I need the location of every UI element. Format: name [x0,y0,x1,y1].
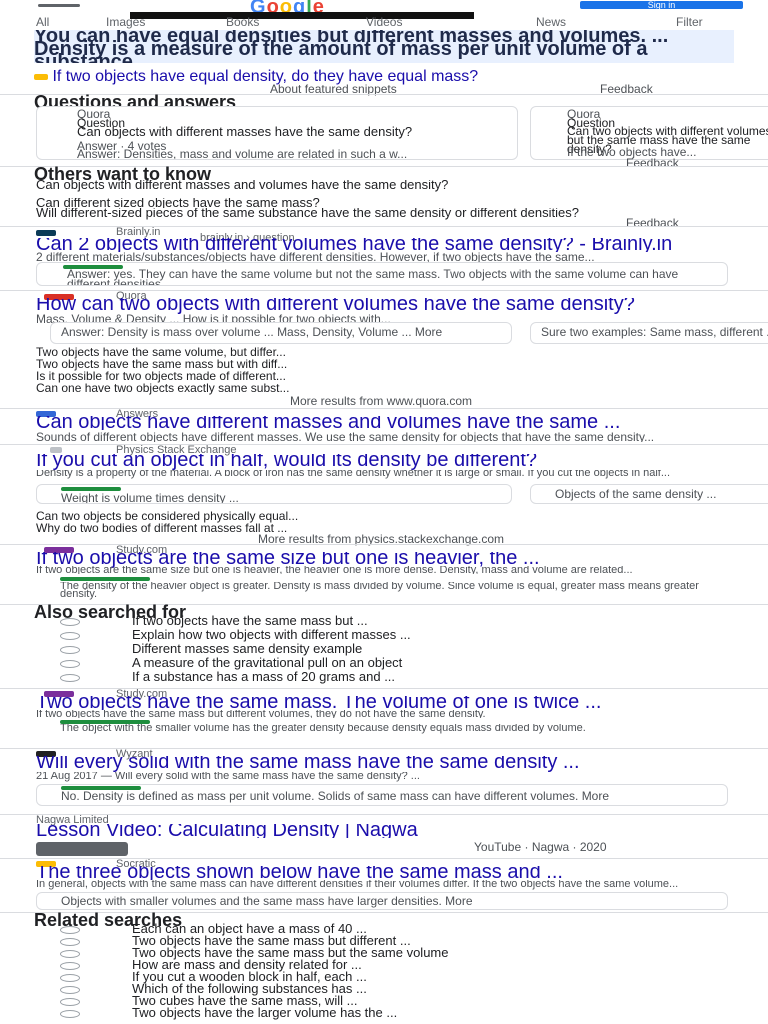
search-result: Wyzant Will every solid with the same ma… [0,749,768,812]
search-icon [60,926,80,934]
search-results-page: Google Sign in All Images Books Videos N… [0,0,768,1024]
answer-text: No. Density is defined as mass per unit … [61,789,610,803]
others-item[interactable]: Can different sized objects have the sam… [36,198,726,208]
others-item[interactable]: Can objects with different masses and vo… [36,180,726,198]
search-result: Physics Stack Exchange If you cut an obj… [0,445,768,545]
others-title: Others want to know [34,164,212,184]
related-question[interactable]: Is it possible for two objects made of d… [36,370,726,382]
also-searched-item[interactable]: A measure of the gravitational pull on a… [132,656,402,669]
result-snippet: 21 Aug 2017 — Will every solid with the … [36,772,420,782]
search-result: Socratic The three objects shown below h… [0,859,768,910]
search-result: Answers Can objects have different masse… [0,409,768,442]
feedback-link[interactable]: Feedback [600,83,653,95]
also-searched-item[interactable]: Explain how two objects with different m… [132,628,411,641]
sign-in-button[interactable]: Sign in [580,1,743,10]
result-snippet: If two objects have the same mass but di… [36,710,486,718]
related-searches-list: Each can an object have a mass of 40 ...… [34,922,734,1024]
divider [0,814,768,815]
qa-card[interactable]: Quora Question Can objects with differen… [36,106,518,160]
search-result: Study.com Two objects have the same mass… [0,689,768,746]
qa-card-text: Objects of the same density ... [555,487,717,501]
about-featured-snippets[interactable]: About featured snippets [270,83,397,95]
search-icon [60,618,80,626]
stackexchange-favicon-icon [50,447,62,453]
search-icon [60,646,80,654]
qa-answer-snippet: Answer: Densities, mass and volume are r… [77,147,408,160]
tab-all[interactable]: All [36,16,49,28]
result-title[interactable]: Lesson Video: Calculating Density | Nagw… [36,824,726,838]
others-item[interactable]: Will different-sized pieces of the same … [36,208,726,226]
answer-text: Objects with smaller volumes and the sam… [61,894,473,908]
result-snippet: Density is a property of the material. A… [36,470,671,479]
also-searched-list: If two objects have the same mass but ..… [34,614,734,686]
also-searched-item[interactable]: If a substance has a mass of 20 grams an… [132,670,395,683]
related-question[interactable]: Two objects have the same volume, but di… [36,346,726,358]
qa-card-text: Sure two examples: Same mass, different … [541,325,768,339]
search-result: Brainly.in brainly.in › question Can 2 o… [0,226,768,288]
result-snippet: In general, objects with the same mass c… [36,880,679,890]
tab-videos[interactable]: Videos [366,16,402,28]
result-site: Brainly.in [116,226,161,238]
search-result: Study.com If two objects are the same si… [0,545,768,602]
search-icon [60,950,80,958]
search-icon [60,938,80,946]
related-question[interactable]: Can two objects be considered physically… [36,510,726,522]
search-icon [60,674,80,682]
tab-filter[interactable]: Filter [676,16,703,28]
video-meta: YouTube · Nagwa · 2020 [474,840,607,854]
search-icon [60,1010,80,1018]
related-search-item[interactable]: Two objects have the larger volume has t… [132,1006,397,1019]
qa-card-text: Answer: Density is mass over volume ... … [61,325,443,339]
search-icon [60,986,80,994]
result-snippet: Sounds of different objects have differe… [36,432,655,442]
answer-box[interactable]: Objects with smaller volumes and the sam… [36,892,728,910]
qa-card[interactable]: Quora Question Can two objects with diff… [530,106,768,160]
result-title[interactable]: The three objects shown below have the s… [36,866,726,880]
answer-box[interactable]: Answer: yes. They can have the same volu… [36,262,728,286]
qa-question-text: Can objects with different masses have t… [77,124,413,139]
featured-link[interactable]: If two objects have equal density, do th… [52,68,478,85]
result-snippet: 2 different materials/substances/objects… [36,252,595,262]
answer-box[interactable]: No. Density is defined as mass per unit … [36,784,728,806]
qa-card[interactable]: Answer: Density is mass over volume ... … [50,322,512,344]
tab-news[interactable]: News [536,16,566,28]
result-title[interactable]: Can 2 objects with different volumes hav… [36,238,726,252]
answer-text: The object with the smaller volume has t… [60,724,586,734]
search-result: Nagwa Limited Lesson Video: Calculating … [0,815,768,858]
brainly-favicon-icon [36,230,56,236]
result-title[interactable]: Two objects have the same mass. The volu… [36,696,726,710]
search-icon [60,660,80,668]
qa-card-text: Weight is volume times density ... [61,491,239,504]
also-searched-item[interactable]: If two objects have the same mass but ..… [132,614,368,627]
answer-text: The density of the heavier object is gre… [60,582,699,600]
related-question[interactable]: Two objects have the same mass but with … [36,358,726,370]
tab-images[interactable]: Images [106,16,145,28]
qa-card[interactable]: Objects of the same density ... [530,484,768,504]
also-searched-item[interactable]: Different masses same density example [132,642,362,655]
featured-snippet-text: You can have equal densities but differe… [34,30,734,63]
answer-badge [60,577,150,581]
qa-card[interactable]: Sure two examples: Same mass, different … [530,322,768,344]
result-title[interactable]: Can objects have different masses and vo… [36,416,726,430]
video-thumbnail[interactable] [36,842,128,856]
site-favicon-icon [34,73,48,80]
search-icon [60,962,80,970]
answer-text: Answer: yes. They can have the same volu… [67,267,679,286]
qa-card[interactable]: Weight is volume times density ... [36,484,512,504]
search-result: Quora How can two objects with different… [0,291,768,407]
result-snippet: If two objects are the same size but one… [36,566,633,574]
more-results-link[interactable]: More results from physics.stackexchange.… [36,533,726,545]
search-icon [60,974,80,982]
menu-icon[interactable] [38,4,80,7]
tab-books[interactable]: Books [226,16,259,28]
search-tabs: All Images Books Videos News Filter [36,16,736,28]
search-icon [60,632,80,640]
more-results-link[interactable]: More results from www.quora.com [36,395,726,407]
search-icon [60,998,80,1006]
related-question[interactable]: Can one have two objects exactly same su… [36,382,726,394]
